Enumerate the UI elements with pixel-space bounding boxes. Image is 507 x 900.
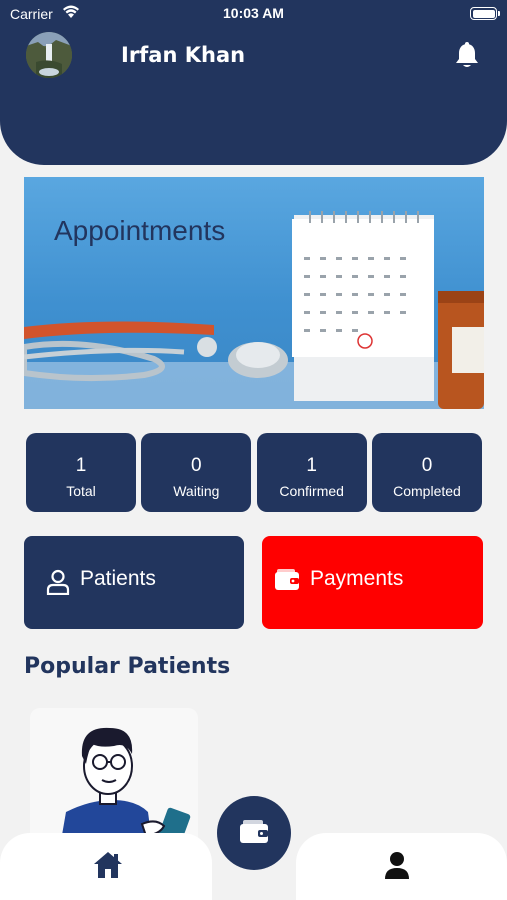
- user-name: Irfan Khan: [121, 43, 246, 67]
- status-time: 10:03 AM: [223, 5, 284, 21]
- battery-icon: [470, 7, 500, 20]
- patients-label: Patients: [80, 567, 156, 590]
- stat-completed[interactable]: 0 Completed: [371, 433, 482, 512]
- payments-label: Payments: [310, 567, 404, 590]
- stat-waiting[interactable]: 0 Waiting: [141, 433, 252, 512]
- profile-icon[interactable]: [384, 851, 410, 883]
- banner-title: Appointments: [54, 215, 226, 246]
- stat-confirmed[interactable]: 1 Confirmed: [256, 433, 367, 512]
- wallet-icon: [239, 820, 269, 848]
- wallet-icon: [274, 569, 300, 595]
- patients-button[interactable]: Patients: [24, 536, 244, 629]
- stat-label: Total: [66, 483, 96, 499]
- appointment-stats: 1 Total 0 Waiting 1 Confirmed 0 Complete…: [26, 433, 482, 512]
- appointments-banner[interactable]: Appointments: [24, 177, 484, 409]
- bottom-nav-profile-tab[interactable]: [296, 833, 507, 900]
- stat-label: Waiting: [173, 483, 220, 499]
- banner-illustration: [24, 211, 484, 409]
- home-icon[interactable]: [93, 851, 123, 883]
- wallet-fab-button[interactable]: [217, 796, 291, 870]
- user-icon: [46, 569, 70, 599]
- stat-value: 1: [75, 455, 87, 476]
- bell-icon[interactable]: [454, 42, 480, 73]
- bottom-nav-home-tab[interactable]: [0, 833, 212, 900]
- stat-value: 1: [306, 455, 317, 476]
- stat-label: Completed: [393, 483, 461, 499]
- avatar[interactable]: [26, 32, 72, 78]
- popular-patients-title: Popular Patients: [24, 654, 231, 679]
- stat-label: Confirmed: [279, 483, 344, 499]
- stat-total[interactable]: 1 Total: [26, 433, 136, 512]
- payments-button[interactable]: Payments: [262, 536, 483, 629]
- status-bar: Carrier 10:03 AM: [0, 0, 507, 30]
- stat-value: 0: [191, 455, 202, 476]
- stat-value: 0: [421, 455, 433, 476]
